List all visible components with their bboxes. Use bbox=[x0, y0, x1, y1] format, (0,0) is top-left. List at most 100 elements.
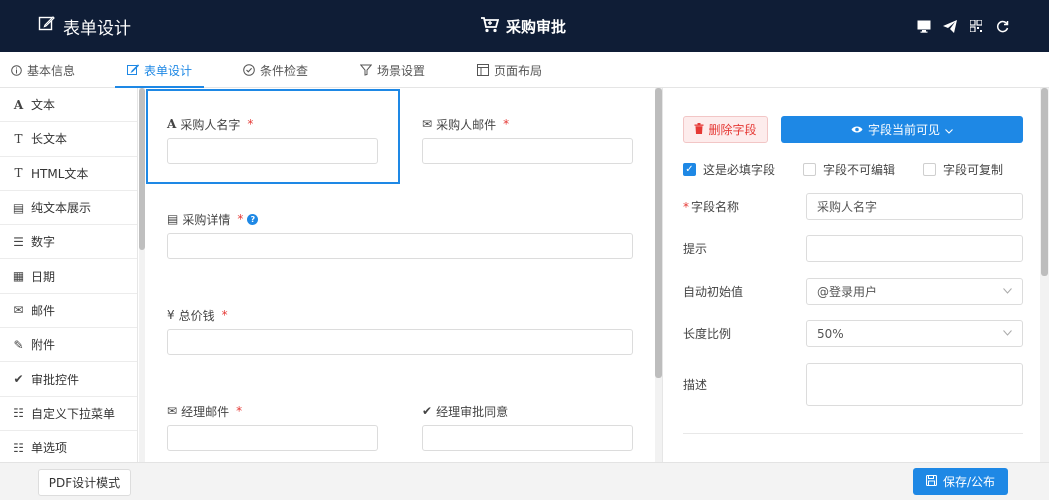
html-text-icon: T bbox=[14, 166, 23, 181]
field-label-text: 采购人名字 bbox=[180, 117, 241, 132]
header-center: 采购审批 bbox=[480, 0, 566, 52]
initial-value-select[interactable]: @登录用户 bbox=[806, 278, 1023, 305]
long-text-icon: T bbox=[14, 131, 23, 146]
buyer-name-input[interactable] bbox=[167, 138, 378, 164]
field-label: ¥ 总价钱 * bbox=[167, 307, 633, 323]
scrollbar-thumb[interactable] bbox=[655, 88, 662, 378]
trash-icon bbox=[694, 122, 704, 137]
property-panel: 删除字段 字段当前可见 ✓ 这是必填字段 字段不可编辑 字段可复制 * 字段名称 … bbox=[662, 88, 1039, 462]
list-icon: ☷ bbox=[13, 406, 24, 421]
copyable-checkbox[interactable]: 字段可复制 bbox=[923, 161, 1003, 178]
cart-icon bbox=[480, 16, 500, 37]
buyer-email-input[interactable] bbox=[422, 138, 633, 164]
tab-label: 场景设置 bbox=[377, 63, 426, 78]
palette-item-date[interactable]: ▦ 日期 bbox=[0, 259, 137, 294]
field-label: ✔ 经理审批同意 bbox=[422, 403, 633, 419]
help-icon[interactable]: ? bbox=[247, 213, 259, 225]
file-text-icon: ▤ bbox=[12, 200, 25, 215]
field-label-text: 采购详情 bbox=[182, 212, 231, 227]
palette-label: 文本 bbox=[31, 98, 56, 113]
text-icon: A bbox=[13, 97, 24, 112]
field-label-text: 总价钱 bbox=[178, 308, 215, 323]
filter-icon bbox=[360, 64, 372, 76]
palette-item-radio[interactable]: ☷ 单选项 bbox=[0, 431, 137, 462]
field-buyer-email[interactable]: ✉ 采购人邮件 * bbox=[422, 116, 633, 164]
tab-scene-settings[interactable]: 场景设置 bbox=[360, 52, 425, 88]
checkbox-label: 字段不可编辑 bbox=[823, 163, 896, 177]
manager-approval-input[interactable] bbox=[422, 425, 633, 451]
field-name-input[interactable]: 采购人名字 bbox=[806, 193, 1023, 220]
palette-item-attachment[interactable]: ✎ 附件 bbox=[0, 328, 137, 363]
palette-label: 数字 bbox=[31, 235, 56, 250]
canvas-scrollbar[interactable] bbox=[655, 88, 662, 462]
field-label: ▤ 采购详情 * ? bbox=[167, 211, 633, 227]
field-label: ✉ 经理邮件 * bbox=[167, 403, 378, 419]
field-manager-approval[interactable]: ✔ 经理审批同意 bbox=[422, 403, 633, 451]
app-header: 表单设计 采购审批 bbox=[0, 0, 1049, 52]
footer-bar: PDF设计模式 保存/公布 bbox=[0, 462, 1049, 500]
yen-icon: ¥ bbox=[167, 308, 175, 322]
palette-label: 日期 bbox=[31, 269, 56, 284]
edit-icon bbox=[127, 64, 139, 76]
palette-item-custom-dropdown[interactable]: ☷ 自定义下拉菜单 bbox=[0, 397, 137, 431]
tab-page-layout[interactable]: 页面布局 bbox=[477, 52, 542, 88]
field-label: A 采购人名字 * bbox=[167, 116, 378, 132]
total-price-input[interactable] bbox=[167, 329, 633, 355]
prop-label: 自动初始值 bbox=[683, 285, 744, 299]
paperclip-icon: ✎ bbox=[13, 337, 24, 352]
scrollbar-thumb[interactable] bbox=[1041, 88, 1048, 276]
palette-label: 单选项 bbox=[31, 441, 68, 456]
required-mark: * bbox=[236, 404, 243, 418]
checkbox-icon[interactable] bbox=[923, 163, 936, 176]
visibility-dropdown-button[interactable]: 字段当前可见 bbox=[781, 116, 1023, 143]
pdf-design-mode-button[interactable]: PDF设计模式 bbox=[38, 469, 131, 496]
required-checkbox[interactable]: ✓ 这是必填字段 bbox=[683, 161, 775, 178]
checkbox-checked-icon[interactable]: ✓ bbox=[683, 163, 696, 176]
prop-row-description: 描述 bbox=[683, 363, 1023, 406]
manager-email-input[interactable] bbox=[167, 425, 378, 451]
tab-condition-check[interactable]: 条件检查 bbox=[243, 52, 308, 88]
palette-item-plain-text[interactable]: ▤ 纯文本展示 bbox=[0, 191, 137, 226]
required-mark: * bbox=[247, 117, 254, 131]
checkbox-icon[interactable] bbox=[803, 163, 816, 176]
desktop-icon[interactable] bbox=[917, 19, 931, 33]
description-textarea[interactable] bbox=[806, 363, 1023, 406]
not-editable-checkbox[interactable]: 字段不可编辑 bbox=[803, 161, 895, 178]
palette-label: 长文本 bbox=[31, 132, 68, 147]
field-buyer-name[interactable]: A 采购人名字 * bbox=[167, 116, 378, 164]
required-mark: * bbox=[503, 117, 510, 131]
hint-input[interactable] bbox=[806, 235, 1023, 262]
length-ratio-select[interactable]: 50% bbox=[806, 320, 1023, 347]
palette-label: 附件 bbox=[31, 338, 56, 353]
field-label-text: 经理邮件 bbox=[181, 404, 230, 419]
prop-row-length-ratio: 长度比例 50% bbox=[683, 320, 1023, 347]
prop-label: * 字段名称 bbox=[683, 198, 806, 215]
check-icon: ✔ bbox=[13, 372, 24, 387]
field-details[interactable]: ▤ 采购详情 * ? bbox=[167, 211, 633, 259]
tab-basic-info[interactable]: 基本信息 bbox=[10, 52, 75, 88]
prop-row-initial-value: 自动初始值 @登录用户 bbox=[683, 278, 1023, 305]
details-input[interactable] bbox=[167, 233, 633, 259]
palette-item-number[interactable]: ☰ 数字 bbox=[0, 225, 137, 260]
palette-label: 邮件 bbox=[31, 303, 56, 318]
qrcode-icon[interactable] bbox=[969, 19, 983, 33]
palette-item-email[interactable]: ✉ 邮件 bbox=[0, 294, 137, 329]
header-left-title: 表单设计 bbox=[63, 18, 131, 39]
palette-item-html-text[interactable]: T HTML文本 bbox=[0, 157, 137, 191]
field-label-text: 采购人邮件 bbox=[436, 117, 497, 132]
palette-item-long-text[interactable]: T 长文本 bbox=[0, 122, 137, 157]
palette-item-text[interactable]: A 文本 bbox=[0, 88, 137, 123]
tab-form-design[interactable]: 表单设计 bbox=[114, 52, 205, 88]
field-manager-email[interactable]: ✉ 经理邮件 * bbox=[167, 403, 378, 451]
refresh-icon[interactable] bbox=[995, 19, 1009, 33]
info-icon bbox=[10, 64, 22, 76]
save-publish-button[interactable]: 保存/公布 bbox=[913, 468, 1008, 495]
calendar-icon: ▦ bbox=[12, 269, 25, 284]
envelope-icon: ✉ bbox=[167, 404, 178, 418]
chevron-down-icon bbox=[1003, 328, 1012, 339]
palette-item-approval[interactable]: ✔ 审批控件 bbox=[0, 362, 137, 397]
send-icon[interactable] bbox=[943, 19, 957, 33]
panel-scrollbar[interactable] bbox=[1040, 88, 1049, 462]
delete-field-button[interactable]: 删除字段 bbox=[683, 116, 768, 143]
field-total-price[interactable]: ¥ 总价钱 * bbox=[167, 307, 633, 355]
